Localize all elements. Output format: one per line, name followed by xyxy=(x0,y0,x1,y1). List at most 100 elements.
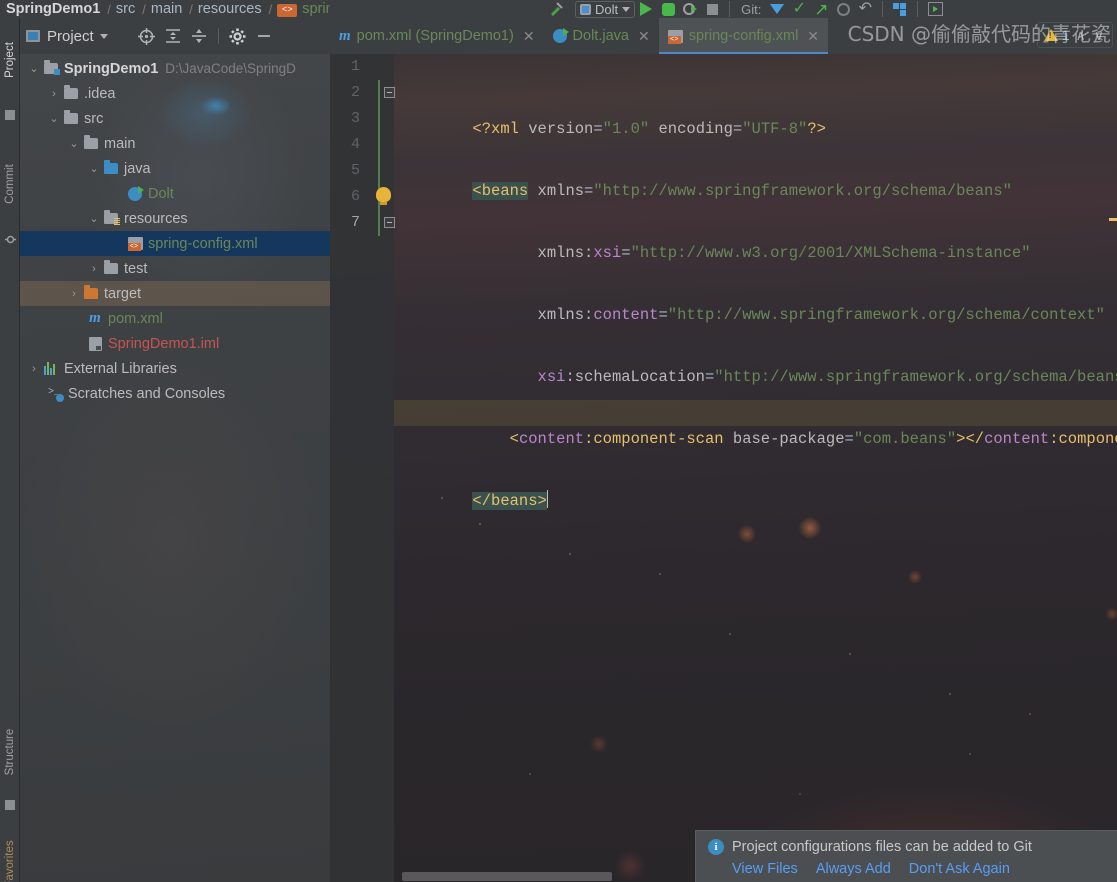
chevron-down-icon[interactable]: ⌄ xyxy=(46,112,62,125)
tree-node-label: test xyxy=(124,260,148,277)
git-push-icon[interactable]: ↗ xyxy=(810,0,832,18)
expand-all-icon[interactable] xyxy=(160,23,186,49)
libraries-icon xyxy=(42,362,60,375)
token: = xyxy=(844,430,854,448)
chevron-down-icon[interactable]: ⌄ xyxy=(86,162,102,175)
breadcrumb-item-src[interactable]: src xyxy=(116,1,135,17)
scrollbar-thumb[interactable] xyxy=(402,872,612,881)
chevron-right-icon[interactable]: › xyxy=(86,263,102,275)
editor-tab-spring-config-xml[interactable]: spring-config.xml ✕ xyxy=(658,18,829,54)
tree-node-scratches-and-consoles[interactable]: >_ Scratches and Consoles xyxy=(20,381,330,406)
dont-ask-again-link[interactable]: Don't Ask Again xyxy=(909,861,1010,877)
notification-actions: View Files Always Add Don't Ask Again xyxy=(708,861,1107,877)
token: "UTF-8" xyxy=(742,120,808,138)
xml-file-icon xyxy=(126,237,144,251)
iml-file-icon xyxy=(86,336,104,351)
settings-icon[interactable] xyxy=(225,23,251,49)
class-icon xyxy=(126,185,144,201)
chevron-down-icon[interactable]: ⌄ xyxy=(86,212,102,225)
toolbar-separator xyxy=(729,1,731,17)
project-tree[interactable]: ⌄ SpringDemo1 D:\JavaCode\SpringD › .ide… xyxy=(20,54,330,882)
run-anything-icon[interactable] xyxy=(924,0,946,18)
chevron-down-icon[interactable]: ⌄ xyxy=(26,62,42,75)
tree-node-target[interactable]: › target xyxy=(20,281,330,306)
editor-gutter[interactable]: 1 2 3 4 5 6 7 xyxy=(330,54,395,882)
git-commit-icon[interactable]: ✓ xyxy=(788,0,810,18)
token: content xyxy=(518,430,585,448)
close-icon[interactable]: ✕ xyxy=(638,28,650,45)
stop-icon[interactable] xyxy=(701,0,723,18)
chevron-down-icon[interactable] xyxy=(99,33,108,39)
compare-icon[interactable] xyxy=(889,0,911,18)
strip-button-structure[interactable]: Structure xyxy=(4,724,16,780)
left-tool-strip: Project Commit Structure Favorites xyxy=(0,18,20,882)
strip-button-project[interactable]: Project xyxy=(4,32,16,88)
always-add-link[interactable]: Always Add xyxy=(816,861,891,877)
vcs-change-marker xyxy=(378,80,380,236)
git-rollback-icon[interactable]: ↶ xyxy=(854,0,876,18)
tree-node-java[interactable]: ⌄ java xyxy=(20,156,330,181)
hide-panel-icon[interactable] xyxy=(251,23,277,49)
token: < xyxy=(472,430,519,448)
breadcrumb-item-main[interactable]: main xyxy=(151,1,182,17)
chevron-right-icon[interactable]: › xyxy=(66,288,82,300)
tree-node-pom-xml[interactable]: m pom.xml xyxy=(20,306,330,331)
project-strip-icon xyxy=(5,110,15,120)
tree-node-springdemo1[interactable]: ⌄ SpringDemo1 D:\JavaCode\SpringD xyxy=(20,56,330,81)
info-icon: i xyxy=(708,839,724,855)
token: xmlns: xyxy=(472,306,594,324)
token: xmlns xyxy=(528,182,585,200)
folder-icon xyxy=(62,110,80,124)
chevron-right-icon[interactable]: › xyxy=(26,363,42,375)
token: "http://www.springframework.org/schema/c… xyxy=(667,306,1105,324)
tree-node-src[interactable]: ⌄ src xyxy=(20,106,330,131)
breadcrumb-item-project[interactable]: SpringDemo1 xyxy=(6,1,100,17)
tree-node-dolt[interactable]: Dolt xyxy=(20,181,330,206)
tree-node-label: main xyxy=(104,135,136,152)
token: = xyxy=(732,120,743,138)
editor-tab-pom-xml[interactable]: m pom.xml (SpringDemo1) ✕ xyxy=(330,18,544,54)
git-history-icon[interactable] xyxy=(832,0,854,18)
tree-node-path: D:\JavaCode\SpringD xyxy=(165,61,296,76)
maven-file-icon: m xyxy=(339,27,351,44)
chevron-right-icon[interactable]: › xyxy=(46,88,62,100)
collapse-all-icon[interactable] xyxy=(186,23,212,49)
token: = xyxy=(584,182,594,200)
editor-tab-dolt-java[interactable]: Dolt.java ✕ xyxy=(544,18,659,54)
token: = xyxy=(593,120,603,138)
strip-button-favorites[interactable]: Favorites xyxy=(4,836,16,882)
tree-node-idea[interactable]: › .idea xyxy=(20,81,330,106)
tree-node-resources[interactable]: ⌄ resources xyxy=(20,206,330,231)
strip-button-commit[interactable]: Commit xyxy=(4,156,16,212)
tree-node-label: .idea xyxy=(84,85,116,102)
close-icon[interactable]: ✕ xyxy=(523,28,535,45)
line-number: 4 xyxy=(350,136,360,153)
breadcrumb-item-resources[interactable]: resources xyxy=(198,1,262,17)
code-line-5: xsi:schemaLocation="http://www.springfra… xyxy=(394,338,1117,386)
token: "http://www.springframework.org/schema/b… xyxy=(714,368,1117,386)
warning-stripe-marker[interactable] xyxy=(1109,218,1117,221)
debug-icon[interactable] xyxy=(657,0,679,18)
intention-bulb-icon[interactable] xyxy=(376,187,391,205)
chevron-down-icon[interactable]: ⌄ xyxy=(66,137,82,150)
code-content[interactable]: <?xml version="1.0" encoding="UTF-8"?> <… xyxy=(394,54,1117,882)
line-number: 2 xyxy=(350,84,360,101)
tree-node-external-libraries[interactable]: › External Libraries xyxy=(20,356,330,381)
tree-node-test[interactable]: › test xyxy=(20,256,330,281)
git-notification-popup[interactable]: i Project configurations files can be ad… xyxy=(695,830,1117,882)
run-configuration-selector[interactable]: Dolt xyxy=(575,0,636,18)
token: <beans xyxy=(472,182,529,200)
locate-icon[interactable] xyxy=(134,23,160,49)
git-update-icon[interactable] xyxy=(766,0,788,18)
folder-icon xyxy=(102,260,120,274)
close-icon[interactable]: ✕ xyxy=(807,28,819,45)
hammer-icon[interactable] xyxy=(545,0,567,18)
view-files-link[interactable]: View Files xyxy=(732,861,798,877)
tree-node-label: SpringDemo1.iml xyxy=(108,335,220,352)
run-coverage-icon[interactable] xyxy=(679,0,701,18)
breadcrumb-separator: / xyxy=(268,1,273,17)
tree-node-spring-config-xml[interactable]: spring-config.xml xyxy=(20,231,330,256)
tree-node-springdemo1-iml[interactable]: SpringDemo1.iml xyxy=(20,331,330,356)
run-icon[interactable] xyxy=(635,0,657,18)
tree-node-main[interactable]: ⌄ main xyxy=(20,131,330,156)
